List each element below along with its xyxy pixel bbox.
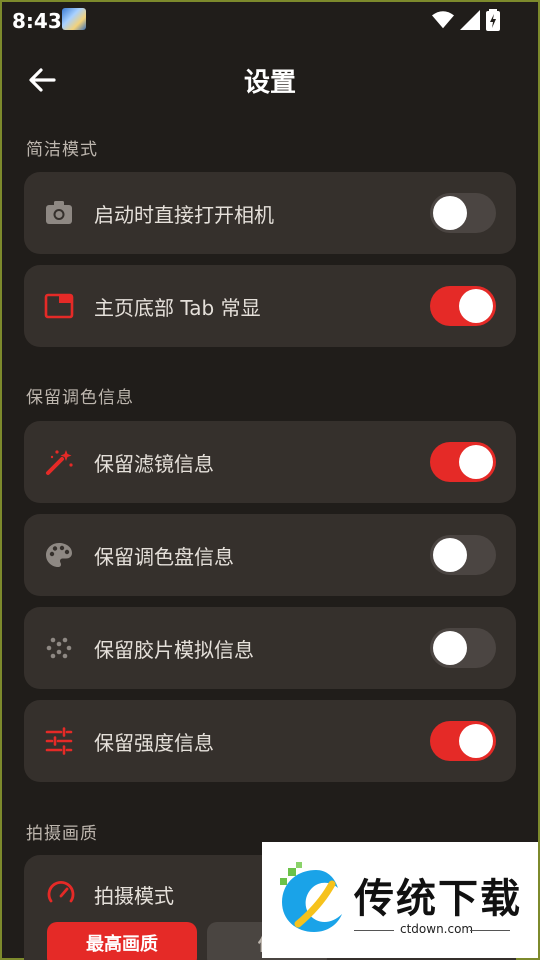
sliders-icon bbox=[45, 727, 73, 755]
setting-label: 启动时直接打开相机 bbox=[94, 203, 274, 227]
setting-label: 保留强度信息 bbox=[94, 731, 214, 755]
setting-label: 保留滤镜信息 bbox=[94, 452, 214, 476]
toggle-knob bbox=[459, 724, 493, 758]
palette-icon bbox=[46, 543, 72, 567]
camera-icon bbox=[46, 201, 72, 224]
setting-keep-strength-info: 保留强度信息 bbox=[24, 700, 516, 782]
toggle-knob bbox=[433, 631, 467, 665]
signal-icon bbox=[460, 10, 480, 30]
system-icons bbox=[432, 9, 500, 31]
toggle-switch-open-camera[interactable] bbox=[430, 193, 496, 233]
setting-label: 主页底部 Tab 常显 bbox=[94, 296, 261, 320]
wifi-icon bbox=[432, 11, 454, 29]
toggle-switch-filter-info[interactable] bbox=[430, 442, 496, 482]
battery-charging-icon bbox=[486, 9, 500, 31]
option-highest-quality-button[interactable]: 最高画质 bbox=[47, 922, 197, 960]
watermark-brand: 传统下载 bbox=[354, 876, 522, 922]
watermark-url: ctdown.com bbox=[400, 922, 474, 936]
section-label-keep-color-info: 保留调色信息 bbox=[26, 388, 134, 408]
watermark-divider-right bbox=[470, 930, 510, 931]
toggle-knob bbox=[433, 538, 467, 572]
toggle-switch-strength-info[interactable] bbox=[430, 721, 496, 761]
setting-keep-filter-info: 保留滤镜信息 bbox=[24, 421, 516, 503]
film-grain-icon bbox=[46, 637, 72, 659]
capture-mode-label: 拍摄模式 bbox=[94, 884, 174, 908]
toggle-knob bbox=[459, 445, 493, 479]
speedometer-icon bbox=[47, 880, 75, 903]
status-time: 8:43 bbox=[12, 9, 62, 33]
setting-label: 保留调色盘信息 bbox=[94, 545, 234, 569]
page-title: 设置 bbox=[243, 68, 296, 98]
setting-keep-palette-info: 保留调色盘信息 bbox=[24, 514, 516, 596]
toggle-switch-palette-info[interactable] bbox=[430, 535, 496, 575]
status-bar: 8:43 bbox=[2, 2, 538, 38]
setting-open-camera-on-launch: 启动时直接打开相机 bbox=[24, 172, 516, 254]
watermark-divider-left bbox=[354, 930, 394, 931]
section-label-capture-quality: 拍摄画质 bbox=[26, 824, 98, 844]
section-label-simple-mode: 简洁模式 bbox=[26, 140, 98, 160]
top-app-bar: 设置 bbox=[2, 50, 538, 110]
toggle-switch-home-tab[interactable] bbox=[430, 286, 496, 326]
tab-window-icon bbox=[44, 293, 74, 319]
toggle-knob bbox=[459, 289, 493, 323]
watermark-overlay: 传统下载 ctdown.com bbox=[262, 842, 538, 958]
setting-label: 保留胶片模拟信息 bbox=[94, 638, 254, 662]
toggle-knob bbox=[433, 196, 467, 230]
setting-home-tab-always-visible: 主页底部 Tab 常显 bbox=[24, 265, 516, 347]
setting-keep-film-simulation-info: 保留胶片模拟信息 bbox=[24, 607, 516, 689]
toggle-switch-film-info[interactable] bbox=[430, 628, 496, 668]
magic-wand-icon bbox=[46, 450, 73, 475]
watermark-logo bbox=[280, 862, 342, 932]
app-notification-icon bbox=[62, 8, 86, 30]
